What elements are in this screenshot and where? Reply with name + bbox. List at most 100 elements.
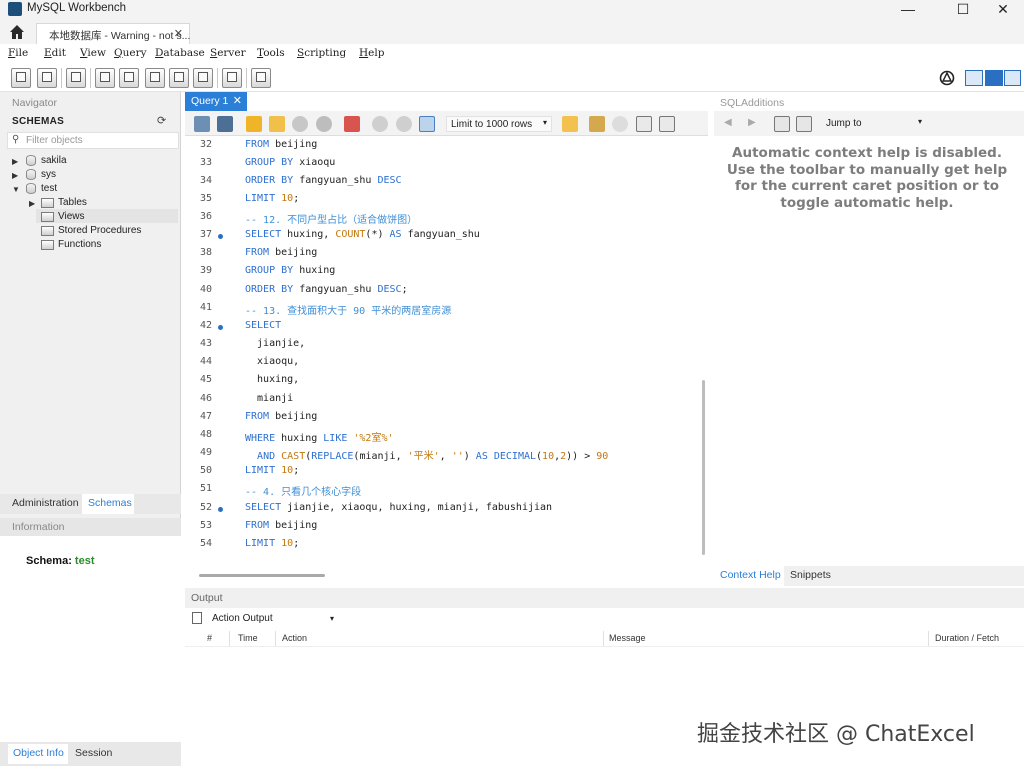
- column-header-duration[interactable]: Duration / Fetch: [935, 633, 999, 643]
- create-view-icon[interactable]: [145, 68, 165, 88]
- toggle-sidebar-icon[interactable]: [965, 70, 983, 86]
- toggle-error-icon[interactable]: [344, 116, 360, 132]
- tab-object-info[interactable]: Object Info: [13, 747, 64, 759]
- tree-item-stored-procedures[interactable]: Stored Procedures: [58, 225, 141, 236]
- tree-item-tables[interactable]: Tables: [58, 197, 87, 208]
- collapse-arrow-icon[interactable]: ▼: [12, 185, 20, 194]
- open-file-icon[interactable]: [194, 116, 210, 132]
- close-window-button[interactable]: ✕: [980, 0, 1024, 18]
- close-connection-tab-icon[interactable]: ✕: [174, 27, 183, 40]
- tree-item-functions[interactable]: Functions: [58, 239, 101, 250]
- line-number: 41: [199, 302, 212, 313]
- line-number: 38: [199, 247, 212, 258]
- connection-tab[interactable]: 本地数据库 - Warning - not s... ✕: [36, 23, 190, 44]
- create-table-icon[interactable]: [119, 68, 139, 88]
- editor-vertical-scrollbar[interactable]: [702, 380, 705, 555]
- create-schema-icon[interactable]: [95, 68, 115, 88]
- code-line: AND CAST(REPLACE(mianji, '平米', '') AS DE…: [257, 451, 609, 462]
- menu-view[interactable]: View: [80, 47, 106, 59]
- stop-icon[interactable]: [316, 116, 332, 132]
- menu-help[interactable]: Help: [359, 47, 384, 59]
- code-line: GROUP BY xiaoqu: [245, 157, 336, 168]
- tab-schemas[interactable]: Schemas: [88, 497, 132, 509]
- line-number: 33: [199, 157, 212, 168]
- manual-help-icon[interactable]: [796, 116, 812, 132]
- tab-context-help[interactable]: Context Help: [720, 569, 781, 581]
- limit-rows-select[interactable]: Limit to 1000 rows ▾: [446, 116, 552, 132]
- expand-arrow-icon[interactable]: ▶: [12, 157, 18, 166]
- expand-arrow-icon[interactable]: ▶: [29, 199, 35, 208]
- menu-query[interactable]: Query: [114, 47, 147, 59]
- menu-scripting[interactable]: Scripting: [297, 47, 346, 59]
- toggle-output-icon[interactable]: [985, 70, 1003, 86]
- create-function-icon[interactable]: [193, 68, 213, 88]
- line-number: 51: [199, 483, 212, 494]
- rollback-icon[interactable]: [396, 116, 412, 132]
- invisible-chars-icon[interactable]: [636, 116, 652, 132]
- commit-icon[interactable]: [372, 116, 388, 132]
- schema-sakila[interactable]: sakila: [41, 155, 67, 166]
- menu-edit[interactable]: Edit: [44, 47, 66, 59]
- output-header: [185, 588, 1024, 608]
- execute-icon[interactable]: [246, 116, 262, 132]
- schema-sys[interactable]: sys: [41, 169, 56, 180]
- column-separator: [928, 631, 929, 646]
- settings-gear-icon[interactable]: [939, 70, 955, 86]
- database-icon: [26, 169, 36, 180]
- minimize-button[interactable]: —: [885, 0, 931, 18]
- line-number: 40: [199, 284, 212, 295]
- toggle-secondary-sidebar-icon[interactable]: [1004, 70, 1021, 86]
- tab-administration[interactable]: Administration: [12, 497, 79, 509]
- forward-arrow-icon[interactable]: ▶: [748, 117, 756, 128]
- filter-objects-input[interactable]: ⚲ Filter objects: [7, 132, 179, 149]
- back-arrow-icon[interactable]: ◀: [724, 117, 732, 128]
- find-icon[interactable]: [612, 116, 628, 132]
- tab-session[interactable]: Session: [75, 747, 112, 759]
- add-snippet-icon[interactable]: [562, 116, 578, 132]
- query-tab[interactable]: Query 1 ✕: [185, 92, 247, 111]
- menu-file[interactable]: File: [8, 47, 28, 59]
- create-procedure-icon[interactable]: [169, 68, 189, 88]
- execute-current-icon[interactable]: [269, 116, 285, 132]
- beautify-icon[interactable]: [589, 116, 605, 132]
- tree-item-views[interactable]: Views: [58, 211, 85, 222]
- line-number: 43: [199, 338, 212, 349]
- line-number: 37: [199, 229, 212, 240]
- column-header-action[interactable]: Action: [282, 633, 307, 643]
- jump-to-select[interactable]: Jump to ▾: [822, 116, 926, 132]
- menu-database[interactable]: Database: [155, 47, 205, 59]
- home-icon[interactable]: [6, 23, 28, 41]
- explain-icon[interactable]: [292, 116, 308, 132]
- column-header-number[interactable]: #: [207, 633, 212, 643]
- chevron-down-icon[interactable]: ▾: [330, 614, 334, 623]
- toggle-auto-help-icon[interactable]: [774, 116, 790, 132]
- open-sql-script-icon[interactable]: [37, 68, 57, 88]
- copy-icon[interactable]: [192, 612, 202, 624]
- autocommit-toggle-icon[interactable]: [419, 116, 435, 132]
- sql-additions-title: SQLAdditions: [720, 97, 785, 109]
- output-type-select[interactable]: Action Output: [212, 613, 273, 624]
- wrap-lines-icon[interactable]: [659, 116, 675, 132]
- menu-server[interactable]: Server: [210, 47, 246, 59]
- column-header-time[interactable]: Time: [238, 633, 258, 643]
- new-sql-tab-icon[interactable]: [11, 68, 31, 88]
- search-table-data-icon[interactable]: [222, 68, 242, 88]
- schema-test[interactable]: test: [41, 183, 57, 194]
- column-header-message[interactable]: Message: [609, 633, 646, 643]
- chevron-down-icon: ▾: [542, 118, 547, 127]
- inspector-icon[interactable]: [66, 68, 86, 88]
- reconnect-icon[interactable]: [251, 68, 271, 88]
- code-line: FROM beijing: [245, 520, 318, 531]
- code-line: GROUP BY huxing: [245, 265, 336, 276]
- expand-arrow-icon[interactable]: ▶: [12, 171, 18, 180]
- menu-tools[interactable]: Tools: [257, 47, 285, 59]
- refresh-schemas-icon[interactable]: ⟳: [157, 114, 166, 127]
- tab-snippets[interactable]: Snippets: [790, 569, 831, 581]
- editor-horizontal-scrollbar[interactable]: [199, 574, 325, 577]
- connection-tab-label: 本地数据库 - Warning - not s...: [49, 30, 191, 42]
- save-icon[interactable]: [217, 116, 233, 132]
- close-query-tab-icon[interactable]: ✕: [233, 94, 242, 107]
- line-number: 39: [199, 265, 212, 276]
- code-line: ORDER BY fangyuan_shu DESC: [245, 175, 402, 186]
- folder-icon: [41, 198, 54, 208]
